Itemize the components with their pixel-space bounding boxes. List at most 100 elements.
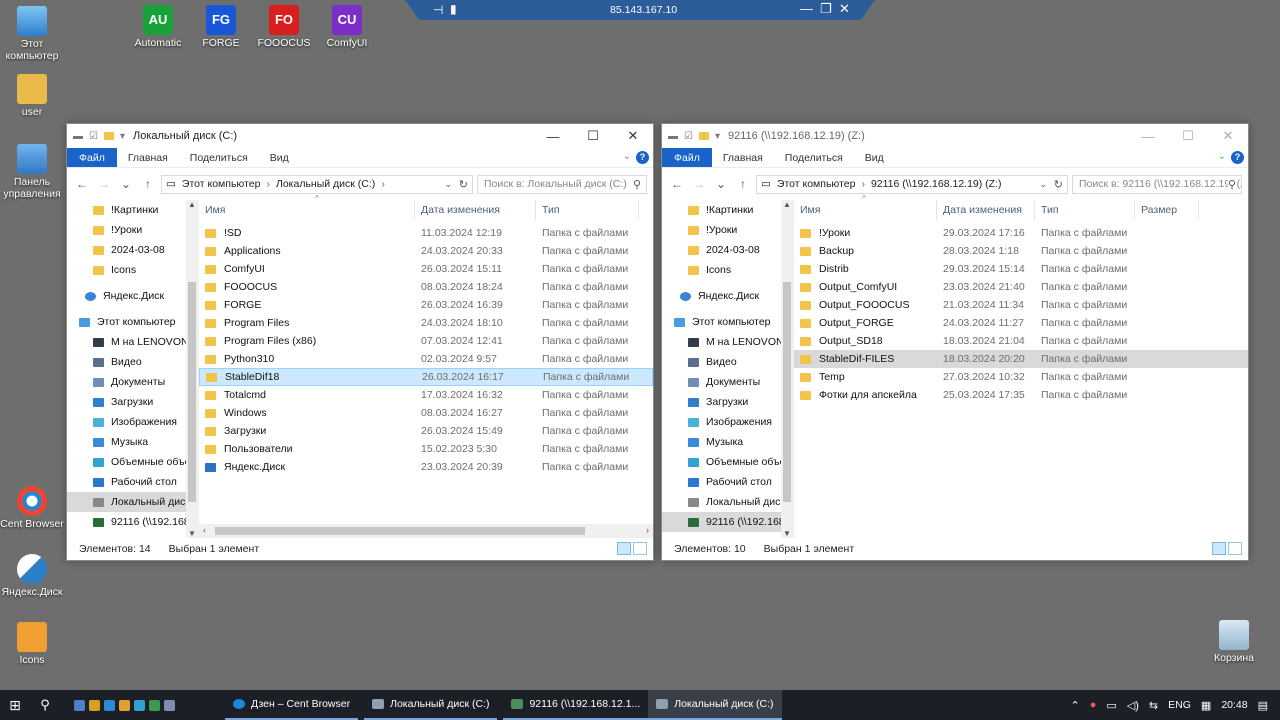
quick-launch-icon[interactable]: [89, 699, 100, 711]
nav-item[interactable]: M на LENOVONB: [67, 332, 198, 352]
file-row[interactable]: Applications 24.03.2024 20:33 Папка с файл…: [199, 242, 653, 260]
chevron-up-icon[interactable]: ⌃: [1071, 699, 1080, 712]
nav-item[interactable]: Icons: [662, 260, 793, 280]
minimize-button[interactable]: —: [533, 124, 573, 148]
maximize-button[interactable]: ☐: [1168, 124, 1208, 148]
properties-icon[interactable]: ☑: [89, 131, 98, 142]
scroll-up-icon[interactable]: ▲: [781, 200, 793, 209]
notifications-icon[interactable]: ▤: [1258, 699, 1268, 712]
desktop-app-forge[interactable]: FG FORGE: [189, 5, 253, 49]
breadcrumb-computer[interactable]: Этот компьютер: [777, 178, 856, 190]
column-date[interactable]: Дата изменения: [937, 200, 1035, 220]
large-icons-view-button[interactable]: [633, 542, 647, 555]
desktop-icon-control-panel[interactable]: Панель управления: [0, 144, 64, 200]
desktop-app-automatic[interactable]: AU Automatic: [126, 5, 190, 49]
details-view-button[interactable]: [1212, 542, 1226, 555]
security-icon[interactable]: ●: [1090, 699, 1097, 711]
maximize-button[interactable]: ☐: [573, 124, 613, 148]
address-bar[interactable]: ▭ Этот компьютер › Локальный диск (C:) ›…: [161, 174, 473, 194]
file-row[interactable]: Фотки для апскейла 25.03.2024 17:35 Папка …: [794, 386, 1248, 404]
file-row[interactable]: Program Files 24.03.2024 18:10 Папка с фай…: [199, 314, 653, 332]
file-row[interactable]: Windows 08.03.2024 16:27 Папка с файлами: [199, 404, 653, 422]
desktop-icon-recycle-bin[interactable]: Корзина: [1202, 620, 1266, 664]
breadcrumb-c-drive[interactable]: Локальный диск (C:): [276, 178, 375, 190]
nav-item[interactable]: Загрузки: [67, 392, 198, 412]
nav-item[interactable]: Изображения: [67, 412, 198, 432]
file-row[interactable]: Output_FORGE 24.03.2024 11:27 Папка с файл…: [794, 314, 1248, 332]
new-folder-icon[interactable]: [698, 132, 709, 140]
column-type[interactable]: Тип: [1035, 200, 1135, 220]
tab-view[interactable]: Вид: [259, 148, 300, 167]
refresh-icon[interactable]: ↻: [1054, 178, 1063, 191]
file-row[interactable]: Output_ComfyUI 23.03.2024 21:40 Папка с фа…: [794, 278, 1248, 296]
nav-item[interactable]: 2024-03-08: [67, 240, 198, 260]
nav-item[interactable]: !Уроки: [67, 220, 198, 240]
refresh-icon[interactable]: ↻: [459, 178, 468, 191]
quick-launch-icon[interactable]: [164, 699, 175, 711]
nav-item[interactable]: Объемные объекты: [662, 452, 793, 472]
tab-share[interactable]: Поделиться: [774, 148, 854, 167]
quick-launch-icon[interactable]: [119, 699, 130, 711]
tab-file[interactable]: Файл: [67, 148, 117, 167]
vertical-scrollbar[interactable]: ▲ ▼: [781, 200, 793, 538]
nav-item[interactable]: Этот компьютер: [662, 312, 793, 332]
up-button[interactable]: ↑: [734, 177, 752, 191]
file-row[interactable]: StableDif-FILES 18.03.2024 20:20 Папка с ф…: [794, 350, 1248, 368]
file-row[interactable]: Output_SD18 18.03.2024 21:04 Папка с файла…: [794, 332, 1248, 350]
file-row[interactable]: !Уроки 29.03.2024 17:16 Папка с файлами: [794, 224, 1248, 242]
nav-item[interactable]: !Уроки: [662, 220, 793, 240]
taskbar-button-network-drive[interactable]: 92116 (\\192.168.12.1...: [503, 690, 649, 720]
scroll-thumb[interactable]: [783, 282, 791, 502]
expand-ribbon-icon[interactable]: ⌄: [1218, 151, 1226, 162]
file-row[interactable]: Пользователи 15.02.2023 5:30 Папка с файла…: [199, 440, 653, 458]
qa-dropdown-icon[interactable]: ▾: [120, 131, 125, 142]
vertical-scrollbar[interactable]: ▲ ▼: [186, 200, 198, 538]
tab-home[interactable]: Главная: [117, 148, 179, 167]
nav-item[interactable]: Этот компьютер: [67, 312, 198, 332]
tab-file[interactable]: Файл: [662, 148, 712, 167]
nav-item[interactable]: Рабочий стол: [67, 472, 198, 492]
scroll-right-icon[interactable]: ›: [646, 525, 649, 535]
file-row[interactable]: Program Files (x86) 07.03.2024 12:41 Папка…: [199, 332, 653, 350]
file-row[interactable]: !SD 11.03.2024 12:19 Папка с файлами: [199, 224, 653, 242]
pin-icon[interactable]: ⊣: [433, 3, 443, 17]
desktop-icon-user[interactable]: user: [0, 74, 64, 118]
nav-item[interactable]: Музыка: [662, 432, 793, 452]
address-dropdown-icon[interactable]: ⌄: [1039, 179, 1047, 190]
tab-share[interactable]: Поделиться: [179, 148, 259, 167]
taskbar-button-c-drive[interactable]: Локальный диск (C:): [364, 690, 498, 720]
nav-item[interactable]: Icons: [67, 260, 198, 280]
address-dropdown-icon[interactable]: ⌄: [444, 179, 452, 190]
recent-locations-button[interactable]: ⌄: [117, 177, 135, 191]
close-icon[interactable]: ✕: [839, 1, 850, 17]
up-button[interactable]: ↑: [139, 177, 157, 191]
desktop-icon-yandex-disk[interactable]: Яндекс.Диск: [0, 554, 64, 598]
taskbar-button-c-drive-active[interactable]: Локальный диск (C:): [648, 690, 782, 720]
column-name[interactable]: Имя: [794, 200, 937, 220]
address-bar[interactable]: ▭ Этот компьютер › 92116 (\\192.168.12.1…: [756, 174, 1068, 194]
back-button[interactable]: ←: [668, 177, 686, 191]
nav-item[interactable]: Изображения: [662, 412, 793, 432]
horizontal-scrollbar[interactable]: ‹ ›: [199, 524, 653, 538]
column-type[interactable]: Тип: [536, 200, 639, 220]
breadcrumb-network-drive[interactable]: 92116 (\\192.168.12.19) (Z:): [871, 178, 1002, 190]
expand-ribbon-icon[interactable]: ⌄: [623, 151, 631, 162]
file-row[interactable]: FORGE 26.03.2024 16:39 Папка с файлами: [199, 296, 653, 314]
file-row[interactable]: Output_FOOOCUS 21.03.2024 11:34 Папка с фа…: [794, 296, 1248, 314]
desktop-icon-computer[interactable]: Этот компьютер: [0, 6, 64, 62]
nav-item[interactable]: M на LENOVONB: [662, 332, 793, 352]
back-button[interactable]: ←: [73, 177, 91, 191]
nav-item[interactable]: Яндекс.Диск: [67, 286, 198, 306]
nav-item[interactable]: 92116 (\\192.168.12.19) (Z:): [67, 512, 198, 532]
file-row[interactable]: Totalcmd 17.03.2024 16:32 Папка с файлами: [199, 386, 653, 404]
scroll-up-icon[interactable]: ▲: [186, 200, 198, 209]
tab-home[interactable]: Главная: [712, 148, 774, 167]
minimize-button[interactable]: —: [1128, 124, 1168, 148]
tab-view[interactable]: Вид: [854, 148, 895, 167]
desktop-icon-cent-browser[interactable]: Cent Browser: [0, 486, 64, 530]
desktop-app-fooocus[interactable]: FO FOOOCUS: [252, 5, 316, 49]
desktop-icon-icons[interactable]: Icons: [0, 622, 64, 666]
file-row[interactable]: Python310 02.03.2024 9:57 Папка с файлами: [199, 350, 653, 368]
close-button[interactable]: ✕: [1208, 124, 1248, 148]
keyboard-icon[interactable]: ▦: [1201, 699, 1211, 712]
